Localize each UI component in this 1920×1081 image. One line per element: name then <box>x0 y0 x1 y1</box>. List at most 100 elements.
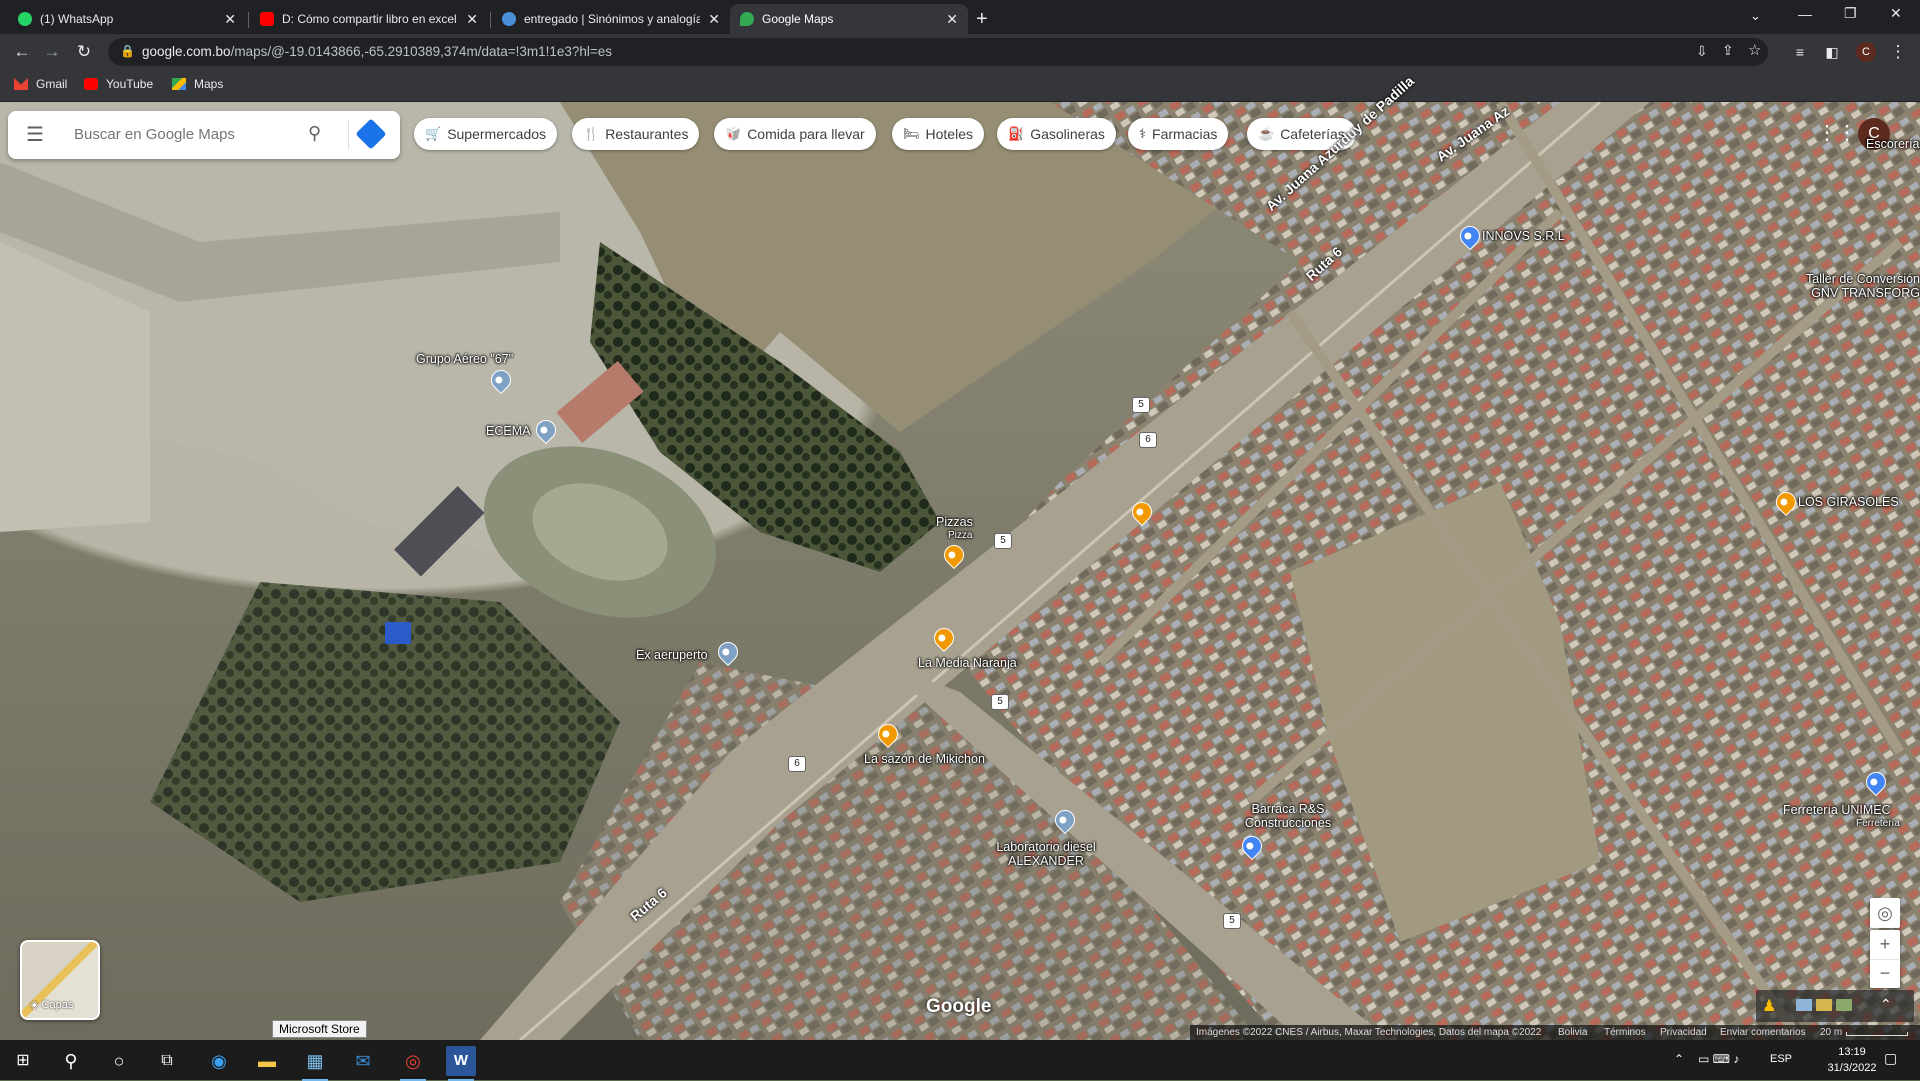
windows-taskbar: ⊞ ⚲ ○ ⧉ ◉ ▬ ▦ ✉ ◎ W ⌃ ▭ ⌨ ♪ ESP 13:19 31… <box>0 1040 1920 1081</box>
new-tab-button[interactable]: + <box>976 4 998 34</box>
forward-icon[interactable]: → <box>40 40 64 64</box>
word-icon[interactable]: W <box>446 1046 476 1081</box>
chrome-icon[interactable]: ◎ <box>398 1046 428 1081</box>
menu-icon[interactable]: ☰ <box>26 125 46 145</box>
close-tab-icon[interactable]: ✕ <box>466 11 478 28</box>
satellite-map[interactable] <box>0 102 1920 1040</box>
tab-youtube[interactable]: D: Cómo compartir libro en excel ✕ <box>250 4 488 34</box>
place-label[interactable]: LOS GIRASOLES <box>1798 495 1899 509</box>
close-tab-icon[interactable]: ✕ <box>946 11 958 28</box>
place-label[interactable]: Laboratorio diesel ALEXANDER <box>976 840 1116 868</box>
reading-list-icon[interactable]: ≡ <box>1788 40 1812 64</box>
imagery-thumb[interactable] <box>1796 999 1812 1011</box>
close-window-icon[interactable]: ✕ <box>1890 5 1902 22</box>
show-hidden-icons-icon[interactable]: ⌃ <box>1674 1052 1684 1066</box>
install-icon[interactable]: ⇩ <box>1696 43 1708 60</box>
satellite-imagery <box>0 102 1920 1040</box>
address-bar[interactable]: 🔒 google.com.bo/maps/@-19.0143866,-65.29… <box>108 38 1768 66</box>
close-tab-icon[interactable]: ✕ <box>224 11 236 28</box>
directions-icon[interactable] <box>355 118 387 150</box>
imagery-thumb[interactable] <box>1836 999 1852 1011</box>
chip-farmacias[interactable]: ⚕ Farmacias <box>1128 118 1229 150</box>
chip-restaurantes[interactable]: 🍴 Restaurantes <box>572 118 700 150</box>
tab-title: entregado | Sinónimos y analogías <box>524 12 701 26</box>
layers-button[interactable]: ◈ Capas <box>20 940 100 1020</box>
restore-icon[interactable]: ❐ <box>1844 5 1857 22</box>
expand-icon[interactable]: ⌃ <box>1880 996 1892 1013</box>
reload-icon[interactable]: ↻ <box>72 40 96 64</box>
minimize-icon[interactable]: — <box>1798 6 1812 22</box>
chip-label: Farmacias <box>1152 126 1218 142</box>
microsoft-store-icon[interactable]: ▦ <box>300 1046 330 1081</box>
place-label[interactable]: INNOVS S.R.L <box>1482 229 1565 243</box>
file-explorer-icon[interactable]: ▬ <box>252 1046 282 1076</box>
feedback-link[interactable]: Enviar comentarios <box>1720 1027 1806 1038</box>
whatsapp-icon <box>18 12 32 26</box>
zoom-out-button[interactable]: − <box>1870 960 1900 989</box>
place-label[interactable]: ECEMA <box>486 424 530 438</box>
bookmark-label: YouTube <box>106 77 154 91</box>
chip-label: Supermercados <box>447 126 547 142</box>
url-domain: google.com.bo <box>142 44 231 59</box>
dictionary-icon <box>502 12 516 26</box>
bookmark-maps[interactable]: Maps <box>172 77 223 91</box>
place-label[interactable]: La sazón de Mikichon <box>864 752 985 766</box>
scale-bar <box>1846 1032 1908 1036</box>
country-link[interactable]: Bolivia <box>1558 1027 1587 1038</box>
tab-whatsapp[interactable]: (1) WhatsApp ✕ <box>8 4 246 34</box>
share-icon[interactable]: ⇪ <box>1722 42 1734 59</box>
scale-label[interactable]: 20 m <box>1820 1027 1842 1038</box>
place-label[interactable]: Taller de Conversión GNV TRANSFORG <box>1796 272 1920 300</box>
bookmark-star-icon[interactable]: ☆ <box>1748 41 1761 59</box>
tray-icons[interactable]: ▭ ⌨ ♪ <box>1698 1052 1739 1066</box>
search-input[interactable] <box>72 125 296 144</box>
mail-icon[interactable]: ✉ <box>348 1046 378 1076</box>
place-label[interactable]: Ferretería UNIMEC <box>1783 803 1891 817</box>
back-icon[interactable]: ← <box>10 40 34 64</box>
url-text[interactable]: google.com.bo/maps/@-19.0143866,-65.2910… <box>142 38 612 66</box>
notifications-icon[interactable]: ▢ <box>1884 1050 1897 1067</box>
place-label[interactable]: Pizzas <box>936 515 973 529</box>
edge-icon[interactable]: ◉ <box>204 1046 234 1076</box>
chip-label: Gasolineras <box>1030 126 1105 142</box>
place-label[interactable]: Barraca R&S Construcciones <box>1228 802 1348 830</box>
zoom-in-button[interactable]: + <box>1870 930 1900 960</box>
task-view-icon[interactable]: ⧉ <box>152 1046 182 1076</box>
my-location-icon[interactable]: ◎ <box>1870 898 1900 928</box>
gmail-icon <box>14 78 28 90</box>
place-label[interactable]: La Media Naranja <box>918 656 1017 670</box>
profile-avatar[interactable]: C <box>1856 42 1876 62</box>
search-icon[interactable]: ⚲ <box>56 1046 86 1076</box>
menu-dots-icon[interactable]: ⋮ <box>1886 40 1910 64</box>
privacy-link[interactable]: Privacidad <box>1660 1027 1707 1038</box>
side-panel-icon[interactable]: ◧ <box>1820 40 1844 64</box>
tab-google-maps[interactable]: Google Maps ✕ <box>730 4 968 34</box>
chip-gasolineras[interactable]: ⛽ Gasolineras <box>997 118 1116 150</box>
close-tab-icon[interactable]: ✕ <box>708 11 720 28</box>
tab-divider <box>490 12 491 28</box>
chip-hoteles[interactable]: 🛏 Hoteles <box>892 118 984 150</box>
clock[interactable]: 13:19 31/3/2022 <box>1820 1044 1884 1076</box>
tab-sinonimos[interactable]: entregado | Sinónimos y analogías ✕ <box>492 4 730 34</box>
taskbar-tooltip: Microsoft Store <box>272 1020 367 1038</box>
windows-start-icon[interactable]: ⊞ <box>8 1046 38 1076</box>
search-box[interactable]: ☰ ⚲ <box>8 111 400 159</box>
pegman-icon[interactable]: ♟ <box>1762 996 1776 1016</box>
bookmark-gmail[interactable]: Gmail <box>14 77 67 91</box>
gas-station-icon: ⛽ <box>1008 126 1025 141</box>
place-label[interactable]: Ex aeruperto <box>636 648 708 662</box>
chip-supermercados[interactable]: 🛒 Supermercados <box>414 118 558 150</box>
place-label[interactable]: Escorería <box>1866 137 1920 151</box>
cortana-icon[interactable]: ○ <box>104 1046 134 1076</box>
search-icon[interactable]: ⚲ <box>308 123 321 144</box>
tab-search-icon[interactable]: ⌄ <box>1750 8 1761 24</box>
imagery-thumb[interactable] <box>1816 999 1832 1011</box>
place-label[interactable]: Grupo Aéreo "67" <box>416 352 513 366</box>
chip-label: Comida para llevar <box>747 126 865 142</box>
clock-time: 13:19 <box>1838 1046 1866 1058</box>
apps-grid-icon[interactable]: ⋮⋮ <box>1817 120 1857 145</box>
chip-comida-para-llevar[interactable]: 🥡 Comida para llevar <box>714 118 876 150</box>
bookmark-youtube[interactable]: YouTube <box>84 77 153 91</box>
language-indicator[interactable]: ESP <box>1770 1053 1792 1065</box>
terms-link[interactable]: Términos <box>1604 1027 1646 1038</box>
